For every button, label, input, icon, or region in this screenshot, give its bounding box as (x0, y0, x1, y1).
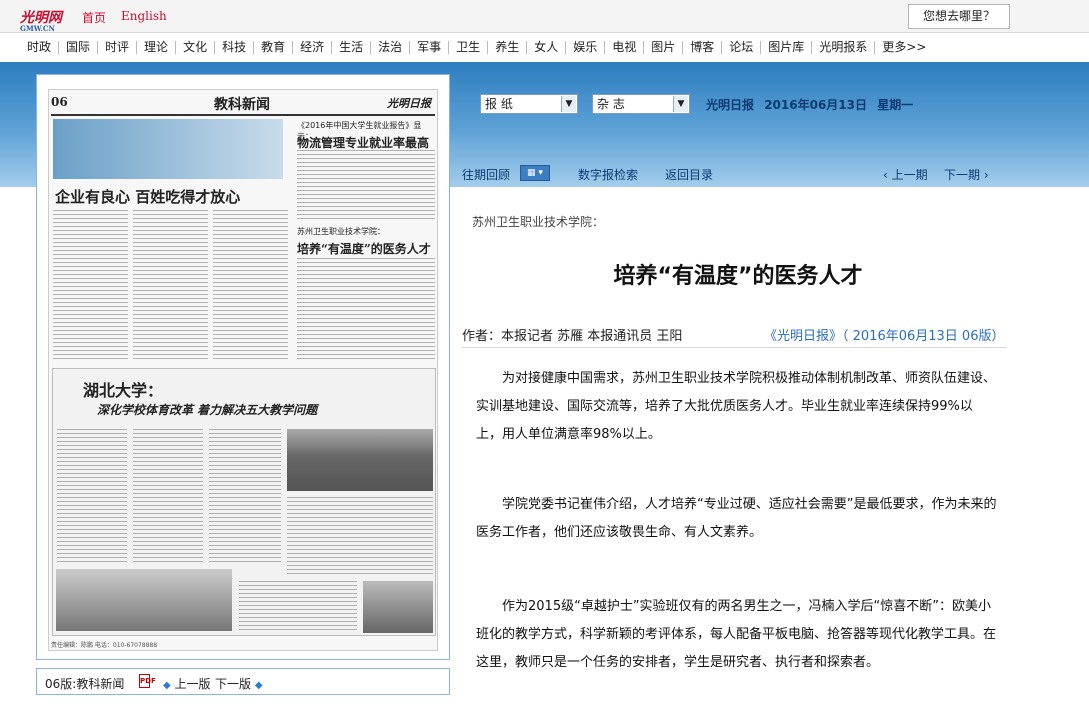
paper-photo (287, 429, 433, 491)
paper-text-column (133, 210, 208, 360)
paper-text-column (133, 429, 203, 565)
nav-item[interactable]: 生活 (332, 41, 372, 54)
paper-footer: 责任编辑：陈鹏 电话：010-67078888 (51, 642, 158, 649)
newspaper-select[interactable]: 报 纸 ▼ (480, 94, 578, 114)
previous-page-label: 上一版 (174, 677, 211, 691)
next-page-button[interactable]: 下一版 ◆ (215, 675, 263, 692)
nav-item[interactable]: 时政 (20, 41, 60, 54)
paper-text-column (57, 429, 127, 565)
nav-item[interactable]: 卫生 (449, 41, 489, 54)
nav-item[interactable]: 时评 (98, 41, 138, 54)
article-paragraph: 学院党委书记崔伟介绍，人才培养“专业过硬、适应社会需要”是最低要求，作为未来的医… (476, 497, 997, 540)
paper-section-title: 教科新闻 (214, 97, 270, 113)
previous-issue-link[interactable]: ‹ 上一期 (883, 166, 928, 183)
next-issue-link[interactable]: 下一期 › (944, 166, 989, 183)
paper-subhead-3: 苏州卫生职业技术学院： (297, 227, 385, 236)
english-link[interactable]: English (121, 9, 167, 23)
nav-item[interactable]: 军事 (410, 41, 450, 54)
paper-hubei-title: 湖北大学： (83, 381, 164, 400)
paper-photo (363, 581, 433, 633)
paper-rule (51, 114, 435, 116)
nav-item[interactable]: 理论 (137, 41, 177, 54)
chevron-left-icon: ‹ (883, 168, 888, 182)
nav-item[interactable]: 教育 (254, 41, 294, 54)
article-paragraph: 作为2015级“卓越护士”实验班仅有的两名男生之一，冯楠入学后“惊喜不断”：欧美… (476, 599, 997, 670)
article-paragraph: 为对接健康中国需求，苏州卫生职业技术学院积极推动体制机制改革、师资队伍建设、实训… (476, 371, 997, 442)
chevron-right-icon: › (983, 168, 989, 182)
past-issues-link[interactable]: 往期回顾 (462, 166, 510, 183)
previous-issue-label: 上一期 (891, 168, 928, 182)
current-page-label: 06版:教科新闻 (45, 677, 125, 691)
digital-search-link[interactable]: 数字报检索 (578, 166, 638, 183)
page-navigation: 06版:教科新闻 PDF ◆ 上一版 下一版 ◆ (36, 668, 450, 695)
nav-item[interactable]: 更多>> (875, 41, 933, 54)
nav-item[interactable]: 图片库 (761, 41, 813, 54)
arrow-left-icon: ◆ (163, 680, 171, 691)
issue-info: 光明日报 2016年06月13日 星期一 (706, 96, 919, 113)
nav-item[interactable]: 娱乐 (566, 41, 606, 54)
paper-text-column (239, 581, 357, 631)
top-bar: 光明网 GMW.CN 首页 English 您想去哪里？ (0, 0, 1089, 33)
paper-photo (56, 569, 232, 631)
nav-item[interactable]: 养生 (488, 41, 528, 54)
nav-item[interactable]: 女人 (527, 41, 567, 54)
nav-item[interactable]: 图片 (644, 41, 684, 54)
next-issue-label: 下一期 (944, 168, 981, 182)
paper-text-column (297, 258, 435, 360)
article-byline: 作者：本报记者 苏雁 本报通讯员 王阳 (462, 329, 683, 344)
chevron-down-icon: ▼ (561, 96, 576, 112)
paper-hubei-block[interactable]: 湖北大学： 深化学校体育改革 着力解决五大教学问题 (52, 368, 436, 636)
paper-text-column (287, 497, 433, 575)
newspaper-page-image[interactable]: 06 教科新闻 光明日报 企业有良心 百姓吃得才放心 《2016年中国大学生就业… (48, 89, 438, 651)
where-to-go-button[interactable]: 您想去哪里？ (908, 4, 1010, 29)
issue-date: 2016年06月13日 (764, 98, 868, 112)
calendar-icon[interactable]: ▦ ▾ (520, 165, 550, 181)
paper-banner-image (53, 119, 283, 179)
home-link[interactable]: 首页 (82, 9, 106, 26)
nav-item[interactable]: 文化 (176, 41, 216, 54)
article-title: 培养“有温度”的医务人才 (613, 264, 863, 289)
nav-item[interactable]: 法治 (371, 41, 411, 54)
back-to-index-link[interactable]: 返回目录 (665, 166, 713, 183)
nav-item[interactable]: 博客 (683, 41, 723, 54)
channel-nav: 时政 国际 时评 理论 文化 科技 教育 经济 生活 法治 军事 卫生 养生 女人 娱乐 电视 图片 博客 论坛 图片… (0, 33, 1089, 62)
paper-text-column (209, 429, 281, 565)
article-source[interactable]: 《光明日报》（ 2016年06月13日 06版） (764, 325, 1004, 344)
paper-headline-3[interactable]: 培养“有温度”的医务人才 (297, 240, 431, 257)
paper-headline-1[interactable]: 企业有良心 百姓吃得才放心 (55, 186, 240, 207)
paper-text-column (297, 150, 435, 220)
issue-paper-name: 光明日报 (706, 98, 755, 112)
nav-item[interactable]: 论坛 (722, 41, 762, 54)
newspaper-select-value: 报 纸 (485, 97, 513, 111)
magazine-select[interactable]: 杂 志 ▼ (592, 94, 690, 114)
paper-headline-2[interactable]: 物流管理专业就业率最高 (297, 134, 429, 151)
paper-hubei-subtitle: 深化学校体育改革 着力解决五大教学问题 (97, 403, 318, 417)
chevron-down-icon: ▼ (673, 96, 688, 112)
article-kicker: 苏州卫生职业技术学院： (472, 215, 605, 229)
nav-item[interactable]: 电视 (605, 41, 645, 54)
paper-text-column (213, 210, 288, 360)
arrow-right-icon: ◆ (254, 680, 263, 691)
next-page-label: 下一版 (215, 677, 252, 691)
site-logo[interactable]: 光明网 GMW.CN (20, 7, 62, 33)
previous-page-button[interactable]: ◆ 上一版 (163, 675, 211, 692)
paper-text-column (53, 210, 128, 360)
nav-item[interactable]: 光明报系 (812, 41, 876, 54)
nav-item[interactable]: 经济 (293, 41, 333, 54)
nav-item[interactable]: 科技 (215, 41, 255, 54)
issue-weekday: 星期一 (877, 98, 914, 112)
magazine-select-value: 杂 志 (597, 97, 625, 111)
toolbar: 往期回顾 ▦ ▾ 数字报检索 返回目录 ‹ 上一期 下一期 › (462, 164, 1089, 186)
paper-masthead: 光明日报 (387, 97, 431, 110)
pdf-icon[interactable]: PDF (139, 674, 156, 688)
nav-item[interactable]: 国际 (59, 41, 99, 54)
article-divider (462, 347, 1007, 348)
paper-page-number: 06 (51, 95, 68, 109)
newspaper-page-preview[interactable]: 06 教科新闻 光明日报 企业有良心 百姓吃得才放心 《2016年中国大学生就业… (36, 74, 450, 660)
